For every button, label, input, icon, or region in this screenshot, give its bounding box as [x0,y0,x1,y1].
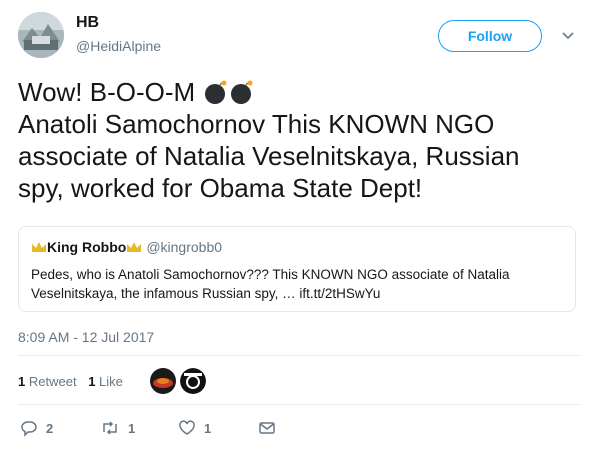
crown-icon [32,242,46,252]
liker-avatar[interactable] [150,368,176,394]
tweet-text: Wow! B-O-O-M Anatoli Samochornov This KN… [18,76,580,204]
tweet-line-1-text: Wow! B-O-O-M [18,77,196,107]
author-name[interactable]: HB [76,14,99,32]
like-stat[interactable]: 1 Like [88,374,123,389]
tweet-line-1: Wow! B-O-O-M [18,76,580,108]
engagement-stats: 1 Retweet 1 Like [18,374,131,389]
like-count: 1 [88,374,96,389]
heart-icon [179,420,195,435]
envelope-icon [259,422,275,434]
author-handle[interactable]: @HeidiAlpine [76,38,161,54]
quoted-line-1: Pedes, who is Anatoli Samochornov??? Thi… [31,267,510,282]
quoted-author-name[interactable]: King Robbo [47,239,126,255]
quoted-tweet-text: Pedes, who is Anatoli Samochornov??? Thi… [31,265,561,303]
quoted-author-handle[interactable]: @kingrobb0 [146,239,222,255]
reply-action[interactable]: 2 [20,418,53,438]
retweet-action[interactable]: 1 [100,418,135,438]
liker-avatar-image [150,368,176,394]
divider [18,355,580,356]
quoted-tweet-header: King Robbo @kingrobb0 [31,239,222,255]
reply-icon [21,421,37,437]
direct-message-action[interactable] [258,418,284,438]
like-action[interactable]: 1 [178,418,211,438]
like-action-count: 1 [204,420,212,436]
tweet-line-4: spy, worked for Obama State Dept! [18,173,423,203]
avatar-image [18,12,64,58]
quoted-line-2: Veselnitskaya, the infamous Russian spy,… [31,286,381,301]
divider [18,404,580,405]
retweet-stat[interactable]: 1 Retweet [18,374,77,389]
retweet-stat-label: Retweet [28,374,77,389]
retweet-count: 1 [18,374,26,389]
follow-button[interactable]: Follow [438,20,542,52]
tweet-line-3: associate of Natalia Veselnitskaya, Russ… [18,141,520,171]
like-stat-label: Like [99,374,123,389]
author-avatar[interactable] [18,12,64,58]
retweet-icon [103,421,117,435]
liker-avatar[interactable] [180,368,206,394]
retweet-action-count: 1 [128,420,136,436]
chevron-down-icon[interactable] [560,28,576,44]
bomb-icon [231,80,253,104]
tweet-timestamp[interactable]: 8:09 AM - 12 Jul 2017 [18,329,154,345]
quoted-tweet[interactable]: King Robbo @kingrobb0 Pedes, who is Anat… [18,226,576,312]
bomb-icon [205,80,227,104]
tweet-line-2: Anatoli Samochornov This KNOWN NGO [18,109,495,139]
reply-count: 2 [46,420,54,436]
liker-avatar-image [180,368,206,394]
crown-icon [127,242,142,252]
